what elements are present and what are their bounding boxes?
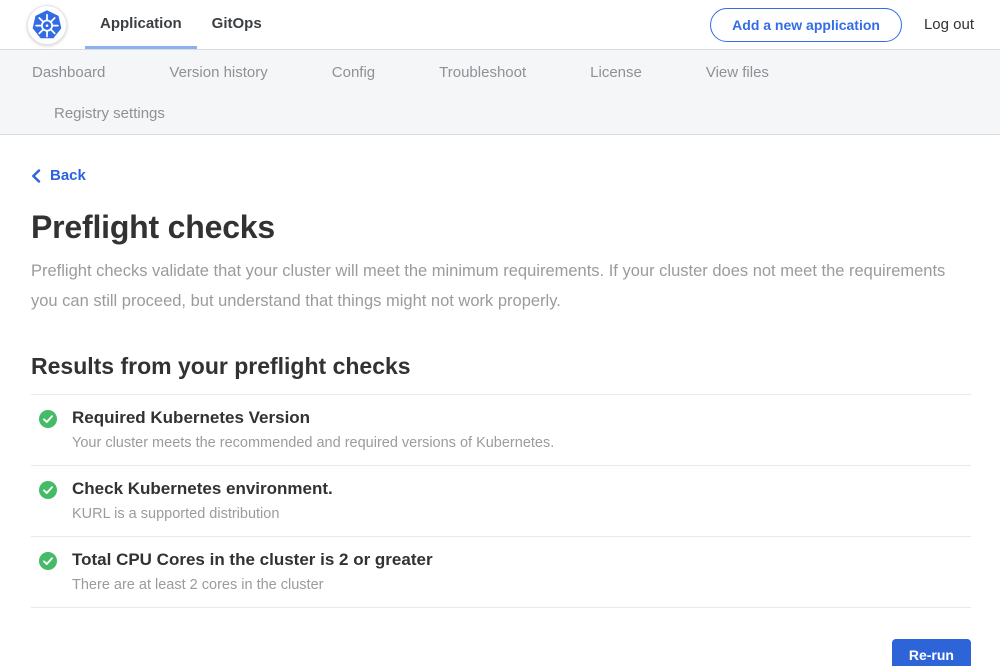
logout-link[interactable]: Log out bbox=[924, 16, 974, 33]
subnav-item-troubleshoot[interactable]: Troubleshoot bbox=[407, 64, 558, 81]
check-circle-icon bbox=[39, 410, 57, 428]
footer-actions: Re-run bbox=[31, 639, 971, 666]
subnav-item-view-files[interactable]: View files bbox=[674, 64, 801, 81]
check-text: Required Kubernetes Version Your cluster… bbox=[72, 408, 554, 451]
add-new-application-button[interactable]: Add a new application bbox=[710, 8, 902, 42]
chevron-left-icon bbox=[31, 169, 41, 183]
check-title: Total CPU Cores in the cluster is 2 or g… bbox=[72, 550, 433, 570]
subnav-item-dashboard[interactable]: Dashboard bbox=[0, 64, 137, 81]
check-detail: There are at least 2 cores in the cluste… bbox=[72, 577, 433, 593]
subnav-item-config[interactable]: Config bbox=[300, 64, 407, 81]
subnav-row-2: Registry settings bbox=[0, 93, 1000, 134]
check-circle-icon bbox=[39, 481, 57, 499]
header-right: Add a new application Log out bbox=[710, 0, 974, 49]
check-row-cpu-cores: Total CPU Cores in the cluster is 2 or g… bbox=[31, 537, 971, 608]
check-title: Required Kubernetes Version bbox=[72, 408, 554, 428]
check-detail: Your cluster meets the recommended and r… bbox=[72, 435, 554, 451]
back-link[interactable]: Back bbox=[31, 167, 86, 184]
results-heading: Results from your preflight checks bbox=[31, 353, 971, 380]
preflight-check-list: Required Kubernetes Version Your cluster… bbox=[31, 394, 971, 608]
header-tabs: Application GitOps bbox=[85, 0, 277, 49]
subnav-item-license[interactable]: License bbox=[558, 64, 674, 81]
app-subnav: Dashboard Version history Config Trouble… bbox=[0, 50, 1000, 135]
rerun-button[interactable]: Re-run bbox=[892, 639, 971, 666]
back-link-label: Back bbox=[50, 167, 86, 184]
subnav-row-1: Dashboard Version history Config Trouble… bbox=[0, 52, 1000, 93]
main-content: Back Preflight checks Preflight checks v… bbox=[0, 135, 1000, 666]
check-title: Check Kubernetes environment. bbox=[72, 479, 333, 499]
check-circle-icon bbox=[39, 552, 57, 570]
check-text: Check Kubernetes environment. KURL is a … bbox=[72, 479, 333, 522]
check-row-kubernetes-environment: Check Kubernetes environment. KURL is a … bbox=[31, 466, 971, 537]
check-text: Total CPU Cores in the cluster is 2 or g… bbox=[72, 550, 433, 593]
subnav-item-version-history[interactable]: Version history bbox=[137, 64, 299, 81]
tab-gitops[interactable]: GitOps bbox=[197, 0, 277, 49]
page-title: Preflight checks bbox=[31, 209, 971, 246]
subnav-item-registry-settings[interactable]: Registry settings bbox=[22, 105, 197, 122]
kubernetes-logo bbox=[27, 5, 67, 45]
page-description: Preflight checks validate that your clus… bbox=[31, 256, 953, 316]
tab-application[interactable]: Application bbox=[85, 0, 197, 49]
top-header: Application GitOps Add a new application… bbox=[0, 0, 1000, 50]
kubernetes-helm-icon bbox=[31, 9, 63, 41]
check-row-kubernetes-version: Required Kubernetes Version Your cluster… bbox=[31, 395, 971, 466]
check-detail: KURL is a supported distribution bbox=[72, 506, 333, 522]
